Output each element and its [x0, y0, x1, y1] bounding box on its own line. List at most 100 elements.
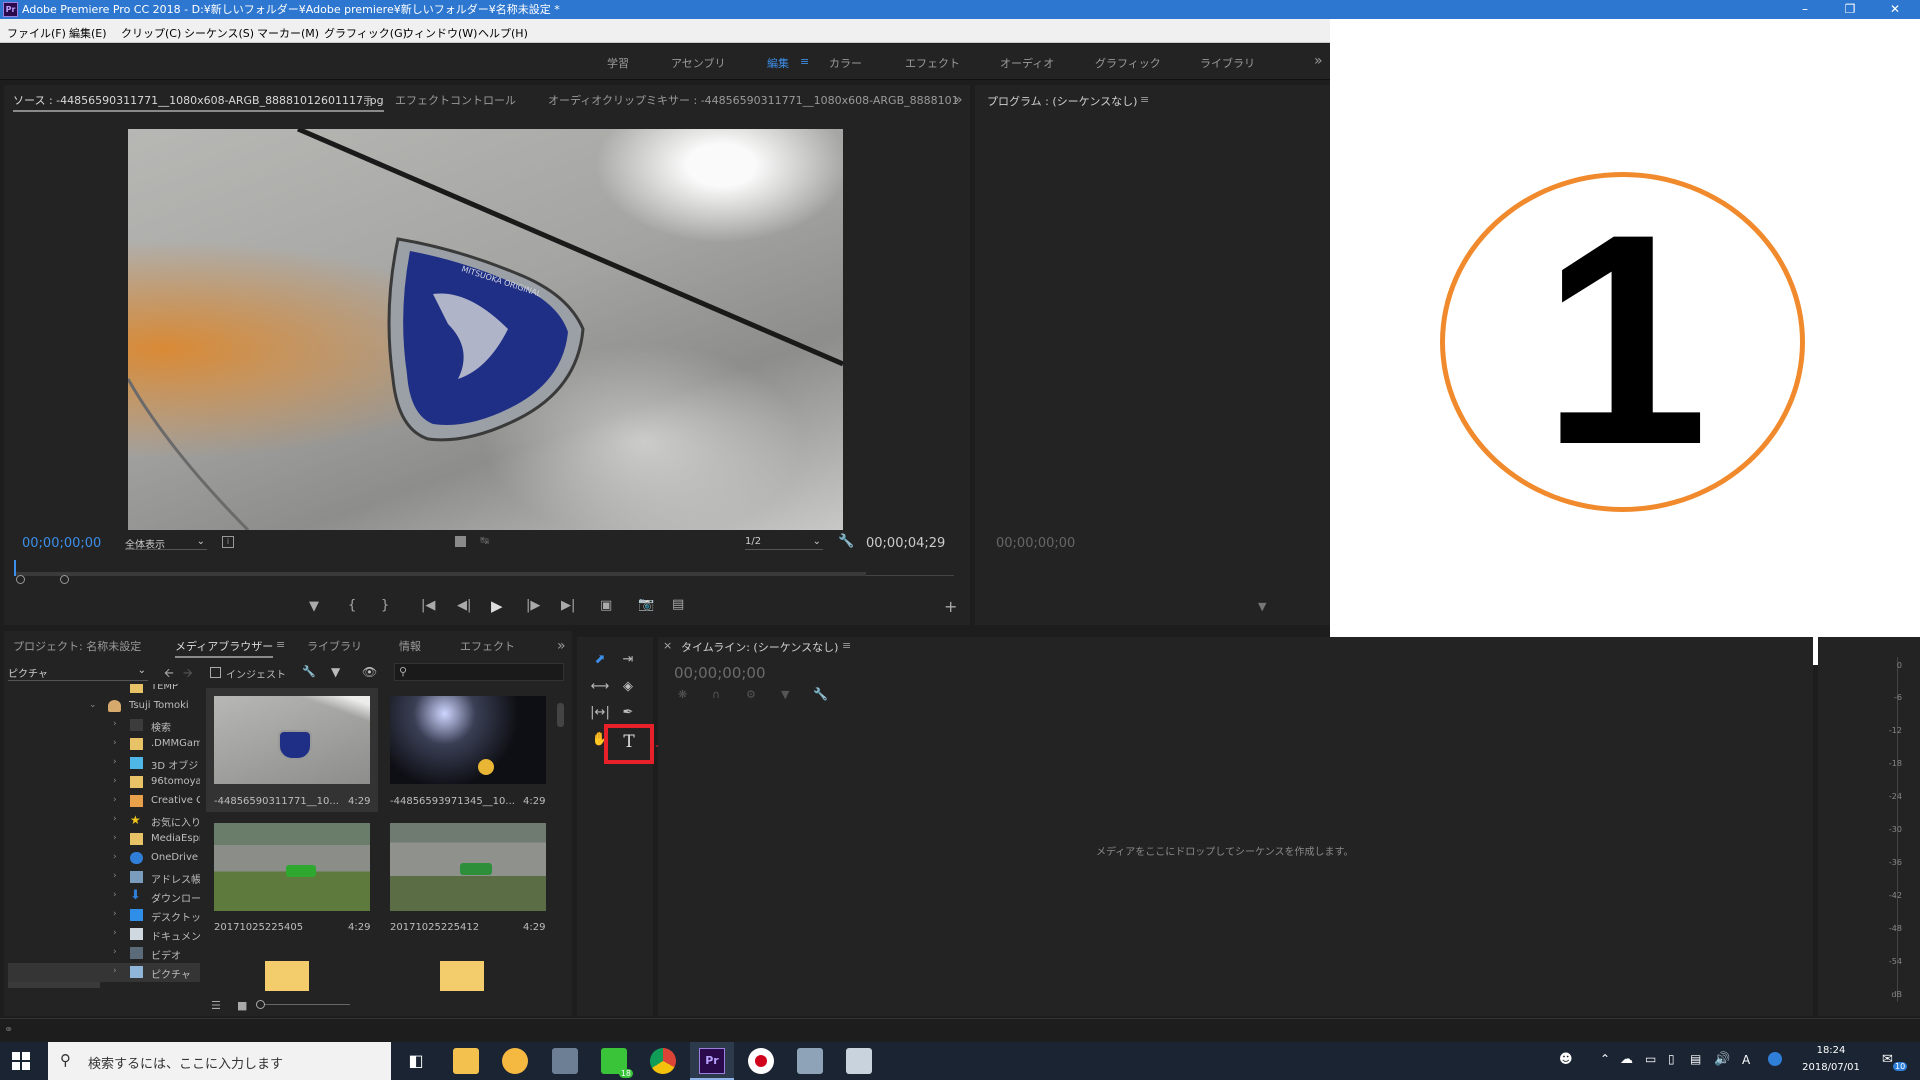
drag-video-only-icon[interactable] [455, 536, 466, 547]
tree-item[interactable]: › MediaEspr [8, 830, 200, 849]
menu-graphic[interactable]: グラフィック(G) [324, 25, 407, 41]
type-tool-icon[interactable]: T [618, 732, 640, 752]
workspace-assembly[interactable]: アセンブリ [671, 55, 725, 71]
source-zoom-scrollbar[interactable] [16, 575, 69, 584]
snap-magnet-icon[interactable]: ∩ [712, 688, 720, 701]
step-back-icon[interactable]: ◀| [457, 598, 471, 613]
media-search-input[interactable]: ⚲ [394, 663, 564, 681]
wrench-icon[interactable]: 🔧 [838, 534, 854, 549]
action-center-icon[interactable]: ✉ [1882, 1052, 1893, 1067]
tree-item[interactable]: › ビデオ [8, 944, 200, 963]
linked-selection-icon[interactable]: ⚙ [746, 688, 756, 701]
workspace-menu-icon[interactable]: ≡ [800, 55, 809, 68]
add-marker-icon[interactable]: ▼ [309, 599, 319, 614]
tree-item-selected[interactable]: › ピクチャ [8, 963, 200, 982]
workspace-color[interactable]: カラー [829, 55, 862, 71]
tree-item[interactable]: › 検索 [8, 716, 200, 735]
insert-icon[interactable]: ▣ [600, 598, 612, 613]
timeline-settings-wrench-icon[interactable]: 🔧 [813, 687, 828, 701]
media-thumbnail-3[interactable] [214, 823, 370, 911]
media-browser-menu-icon[interactable]: ≡ [276, 638, 285, 651]
source-settings-icon[interactable]: i [222, 536, 234, 548]
source-panel-overflow-icon[interactable]: » [954, 92, 963, 108]
source-zoom-select[interactable]: 全体表示 ⌄ [125, 536, 207, 551]
workspace-editing[interactable]: 編集 [767, 55, 789, 71]
record-app-icon[interactable] [748, 1048, 774, 1074]
selection-tool-icon[interactable]: ⬈ [589, 650, 611, 670]
program-timecode[interactable]: 00;00;00;00 [996, 536, 1075, 551]
source-resolution-select[interactable]: 1/2 ⌄ [745, 536, 823, 550]
taskbar-premiere-active[interactable]: Pr [690, 1042, 734, 1080]
nest-toggle-icon[interactable]: ❋ [678, 688, 687, 701]
view-eye-icon[interactable]: 👁 [362, 665, 377, 679]
tree-item[interactable]: › ★ お気に入り [8, 811, 200, 830]
thumbnail-vertical-scrollbar[interactable] [557, 703, 564, 727]
ingest-checkbox[interactable] [210, 667, 221, 678]
export-frame-icon[interactable]: ▤ [672, 597, 684, 612]
tab-source[interactable]: ソース : -44856590311771__1080x608-ARGB_888… [13, 92, 384, 112]
paint-icon[interactable] [846, 1048, 872, 1074]
menu-marker[interactable]: マーカー(M) [257, 25, 319, 41]
list-view-icon[interactable]: ☰ [211, 999, 221, 1012]
menu-sequence[interactable]: シーケンス(S) [184, 25, 254, 41]
workspace-graphics[interactable]: グラフィック [1095, 55, 1161, 71]
workspace-audio[interactable]: オーディオ [1000, 55, 1054, 71]
camera-icon[interactable]: 📷 [638, 597, 654, 612]
tab-effects[interactable]: エフェクト [460, 638, 515, 654]
tree-item[interactable]: › アドレス帳 [8, 868, 200, 887]
restore-icon[interactable]: ❐ [1830, 0, 1870, 19]
usb-icon[interactable]: ▯ [1668, 1052, 1675, 1066]
source-timecode-in[interactable]: 00;00;00;00 [22, 536, 101, 551]
menu-window[interactable]: ウィンドウ(W) [403, 25, 477, 41]
program-panel-title[interactable]: プログラム : (シーケンスなし) [987, 93, 1137, 109]
ripple-edit-tool-icon[interactable]: ⟷ [589, 677, 611, 697]
ime-indicator[interactable]: A [1742, 1053, 1750, 1067]
timeline-title[interactable]: タイムライン: (シーケンスなし) [681, 639, 838, 655]
menu-edit[interactable]: 編集(E) [69, 25, 107, 41]
timeline-marker-icon[interactable]: ▼ [781, 688, 789, 701]
media-thumbnail-1[interactable] [214, 696, 370, 784]
tab-audio-clip-mixer[interactable]: オーディオクリップミキサー : -44856590311771__1080x60… [548, 92, 959, 108]
add-button-icon[interactable]: + [944, 597, 957, 616]
drag-audio-only-icon[interactable]: ↹ [480, 534, 489, 547]
scrollbar-handle-left[interactable] [16, 575, 25, 584]
zoom-slider-handle[interactable] [256, 1000, 265, 1009]
tree-item[interactable]: › OneDrive [8, 849, 200, 868]
tree-item-user[interactable]: ⌄ Tsuji Tomoki [8, 697, 189, 716]
taskbar-search-box[interactable]: ⚲ 検索するには、ここに入力します [48, 1042, 391, 1080]
program-menu-icon[interactable]: ≡ [1140, 93, 1149, 106]
close-icon[interactable]: ✕ [1875, 0, 1915, 19]
screenshot-tool-icon[interactable] [797, 1048, 823, 1074]
source-time-ruler[interactable] [14, 560, 954, 576]
calculator-icon[interactable] [552, 1048, 578, 1074]
menu-help[interactable]: ヘルプ(H) [478, 25, 528, 41]
forward-arrow-icon[interactable]: 🡪 [183, 664, 193, 685]
media-thumbnail-4[interactable] [390, 823, 546, 911]
back-arrow-icon[interactable]: 🡨 [164, 664, 174, 685]
thumbnail-zoom-slider[interactable] [256, 1000, 350, 1009]
pen-tool-icon[interactable]: ✒ [617, 703, 639, 723]
program-add-marker-icon[interactable]: ▼ [1258, 600, 1266, 613]
tree-item-temp[interactable]: TEMP [8, 684, 200, 697]
scrollbar-handle-right[interactable] [60, 575, 69, 584]
step-forward-icon[interactable]: |▶ [526, 598, 540, 613]
onedrive-tray-icon[interactable]: ☁ [1620, 1052, 1633, 1067]
clock-time[interactable]: 18:24 [1800, 1045, 1862, 1056]
razor-tool-icon[interactable]: ◈ [617, 677, 639, 697]
source-playhead[interactable] [14, 560, 16, 576]
task-view-icon[interactable]: ◧ [403, 1048, 429, 1074]
tree-item[interactable]: › 96tomoya [8, 773, 200, 792]
go-to-in-icon[interactable]: |◀ [421, 598, 435, 613]
tree-horizontal-scrollbar[interactable] [8, 982, 100, 988]
tablet-icon[interactable]: ▭ [1645, 1052, 1656, 1066]
tab-project[interactable]: プロジェクト: 名称未設定 [13, 638, 141, 654]
media-thumbnail-2[interactable] [390, 696, 546, 784]
chrome-icon[interactable] [650, 1048, 676, 1074]
folder-icon[interactable] [265, 961, 309, 991]
workspace-learning[interactable]: 学習 [607, 55, 629, 71]
tab-info[interactable]: 情報 [399, 638, 421, 654]
menu-clip[interactable]: クリップ(C) [121, 25, 181, 41]
tree-item[interactable]: › 3D オブジ [8, 754, 200, 773]
folder-icon[interactable] [440, 961, 484, 991]
line-app-icon[interactable]: 18 [601, 1048, 633, 1078]
